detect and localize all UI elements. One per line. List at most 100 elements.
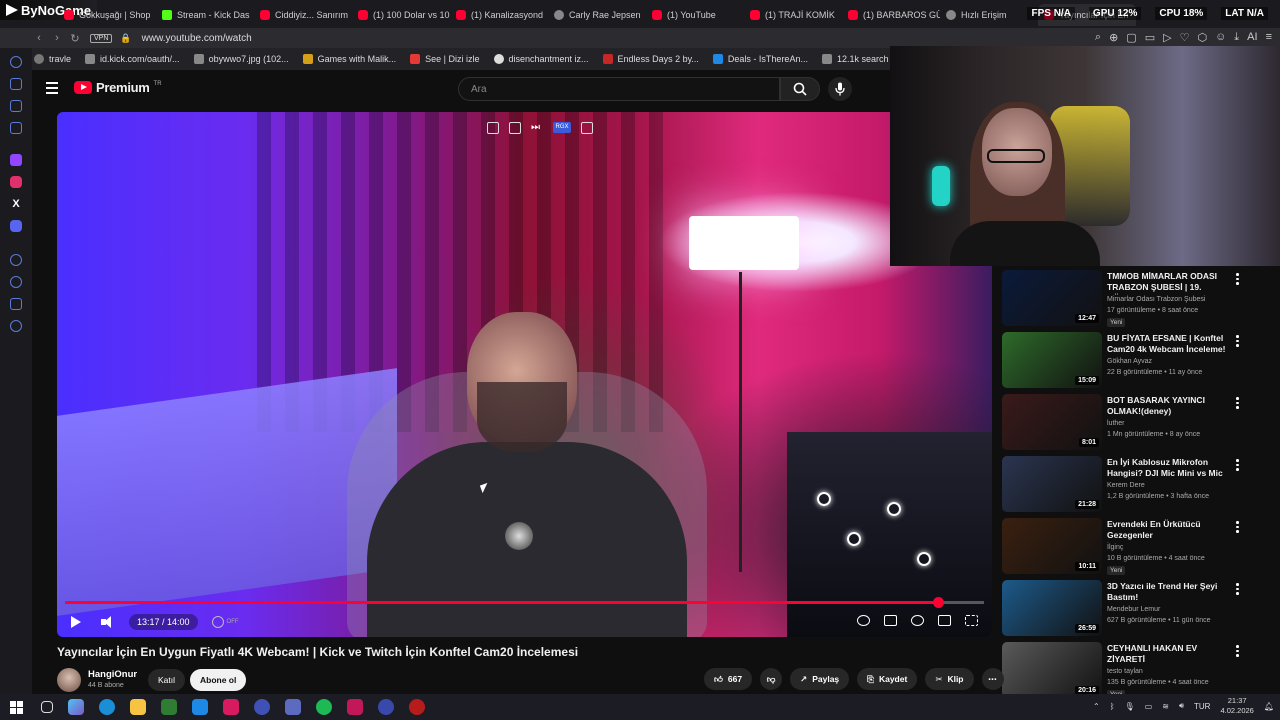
app-icon[interactable] [223,699,239,715]
like-button[interactable]: 👍︎ 667 [704,668,753,690]
x-icon[interactable]: X [10,198,22,210]
reload-icon[interactable]: ↻ [66,32,84,45]
windows-start-icon[interactable] [10,700,23,714]
speed-dial-icon[interactable] [10,56,22,68]
browser-tab[interactable]: Ciddiyiz... Sanırım [254,4,352,26]
vpn-badge[interactable]: VPN [90,33,113,43]
menu-icon[interactable]: ≡ [1266,31,1272,44]
theater-icon[interactable] [581,122,593,134]
notes-icon[interactable] [10,122,22,134]
video-player[interactable]: ⏭ RGX 13:17 / 14:00 OFF [57,112,992,637]
recommendation-channel[interactable]: luther [1107,420,1125,427]
popout-icon[interactable] [487,122,499,134]
browser-tab[interactable]: Carly Rae Jepsen [548,4,646,26]
recommendation-item[interactable]: 20:16 CEYHANLI HAKAN EV ZİYARETİ testo tay… [1000,640,1255,700]
more-options-icon[interactable] [1236,273,1239,287]
recommendation-thumbnail[interactable]: 20:16 [1002,642,1102,698]
browser-tab[interactable]: Gökkuşağı | Shop [58,4,156,26]
join-button[interactable]: Katıl [148,669,186,691]
recommendation-channel[interactable]: Kerem Dere [1107,482,1145,489]
recommendation-title[interactable]: BOT BASARAK YAYINCI OLMAK!(deney) [1107,395,1227,417]
recommendation-title[interactable]: 3D Yazıcı ile Trend Her Şeyi Bastım! [1107,581,1227,603]
play-icon[interactable]: ▷ [1163,31,1171,44]
bluetooth-icon[interactable]: ᛒ [1110,702,1115,711]
recommendation-channel[interactable]: testo taylan [1107,668,1143,675]
recommendation-channel[interactable]: Gökhan Ayvaz [1107,358,1152,365]
play-icon[interactable] [71,616,81,628]
recommendation-thumbnail[interactable]: 26:59 [1002,580,1102,636]
back-icon[interactable]: ‹ [30,32,48,44]
recommendation-item[interactable]: 21:28 En İyi Kablosuz Mikrofon Hangisi? D… [1000,454,1255,514]
twitch-icon[interactable] [10,154,22,166]
miniplayer-icon[interactable] [938,615,951,626]
autoplay-toggle[interactable]: OFF [211,616,239,628]
fullscreen-icon[interactable] [965,615,978,626]
youtube-logo[interactable]: Premium TR [74,80,162,95]
more-options-icon[interactable] [1236,335,1239,349]
recommendation-channel[interactable]: İlginç [1107,544,1123,551]
bookmark[interactable]: disenchantment iz... [493,54,589,64]
recommendation-item[interactable]: 10:11 Evrendeki En Ürkütücü Gezegenler İlg… [1000,516,1255,576]
browser-tab[interactable]: Hızlı Erişim [940,4,1038,26]
history-icon[interactable] [10,276,22,288]
battery-icon[interactable]: ▭ [1145,702,1153,711]
search-input[interactable]: Ara [458,77,780,101]
bookmark[interactable]: See | Dizi izle [410,54,480,64]
bookmark[interactable]: travle [34,54,71,64]
app-icon[interactable] [254,699,270,715]
recommendation-thumbnail[interactable]: 8:01 [1002,394,1102,450]
app-icon[interactable] [409,699,425,715]
pip-icon[interactable]: ▭ [1145,31,1155,44]
heart-icon[interactable]: ♡ [1180,31,1190,44]
recommendation-thumbnail[interactable]: 15:09 [1002,332,1102,388]
recommendation-title[interactable]: TMMOB MİMARLAR ODASI TRABZON ŞUBESİ | 19… [1107,271,1227,295]
pin-icon[interactable]: ⊕ [1109,31,1118,44]
app-icon[interactable] [285,699,301,715]
microphone-tray-icon[interactable]: 🎙︎ [1125,702,1135,711]
recommendation-item[interactable]: 8:01 BOT BASARAK YAYINCI OLMAK!(deney) lut… [1000,392,1255,452]
zoom-icon[interactable]: ⌕ [1095,31,1101,44]
share-button[interactable]: ↗ Paylaş [790,668,850,690]
more-actions-button[interactable]: ⋯ [981,668,1004,690]
browser-tab[interactable]: (1) YouTube [646,4,744,26]
subscribe-button[interactable]: Abone ol [190,669,247,691]
store-icon[interactable] [161,699,177,715]
extension-icon[interactable]: ⬡ [1197,31,1207,44]
search-button[interactable] [780,77,820,101]
bookmarks-icon[interactable] [10,78,22,90]
language-indicator[interactable]: TUR [1194,702,1210,711]
recommendation-item[interactable]: 15:09 BU FİYATA EFSANE | Konftel Cam20 4k… [1000,330,1255,390]
recommendation-title[interactable]: Evrendeki En Ürkütücü Gezegenler [1107,519,1227,541]
recommendation-thumbnail[interactable]: 21:28 [1002,456,1102,512]
more-options-icon[interactable] [1236,459,1239,473]
recommendation-thumbnail[interactable]: 12:47 [1002,270,1102,326]
messenger-icon[interactable] [10,100,22,112]
pause-icon[interactable] [857,615,870,626]
channel-name[interactable]: HangiOnur [88,669,137,680]
save-button[interactable]: ⎘ Kaydet [857,668,918,690]
recommendation-thumbnail[interactable]: 10:11 [1002,518,1102,574]
file-explorer-icon[interactable] [130,699,146,715]
player-icon[interactable] [10,254,22,266]
lock-icon[interactable]: 🔒 [120,33,131,44]
wifi-icon[interactable]: ≋ [1162,702,1169,711]
more-options-icon[interactable] [1236,521,1239,535]
settings-icon[interactable] [10,320,22,332]
recommendation-title[interactable]: CEYHANLI HAKAN EV ZİYARETİ [1107,643,1227,665]
task-view-icon[interactable] [41,701,53,713]
bookmark[interactable]: Deals - IsThereAn... [712,54,808,64]
rgx-badge[interactable]: RGX [553,122,571,133]
extensions-icon[interactable] [10,298,22,310]
bookmark[interactable]: Endless Days 2 by... [602,54,699,64]
profile-icon[interactable]: ☺ [1215,31,1226,44]
download-icon[interactable]: ⤓ [1234,31,1239,44]
instagram-icon[interactable] [10,176,22,188]
recommendation-item[interactable]: 12:47 TMMOB MİMARLAR ODASI TRABZON ŞUBESİ… [1000,268,1255,328]
clock[interactable]: 21:37 4.02.2026 [1220,696,1253,716]
bookmark[interactable]: id.kick.com/oauth/... [85,54,180,64]
bookmark[interactable]: obywwo7.jpg (102... [193,54,289,64]
dislike-button[interactable]: 👎︎ [760,668,783,690]
recommendation-channel[interactable]: Mimarlar Odası Trabzon Şubesi [1107,296,1205,303]
browser-tab[interactable]: (1) Kanalizasyond [450,4,548,26]
recommendation-channel[interactable]: Mendebur Lemur [1107,606,1160,613]
